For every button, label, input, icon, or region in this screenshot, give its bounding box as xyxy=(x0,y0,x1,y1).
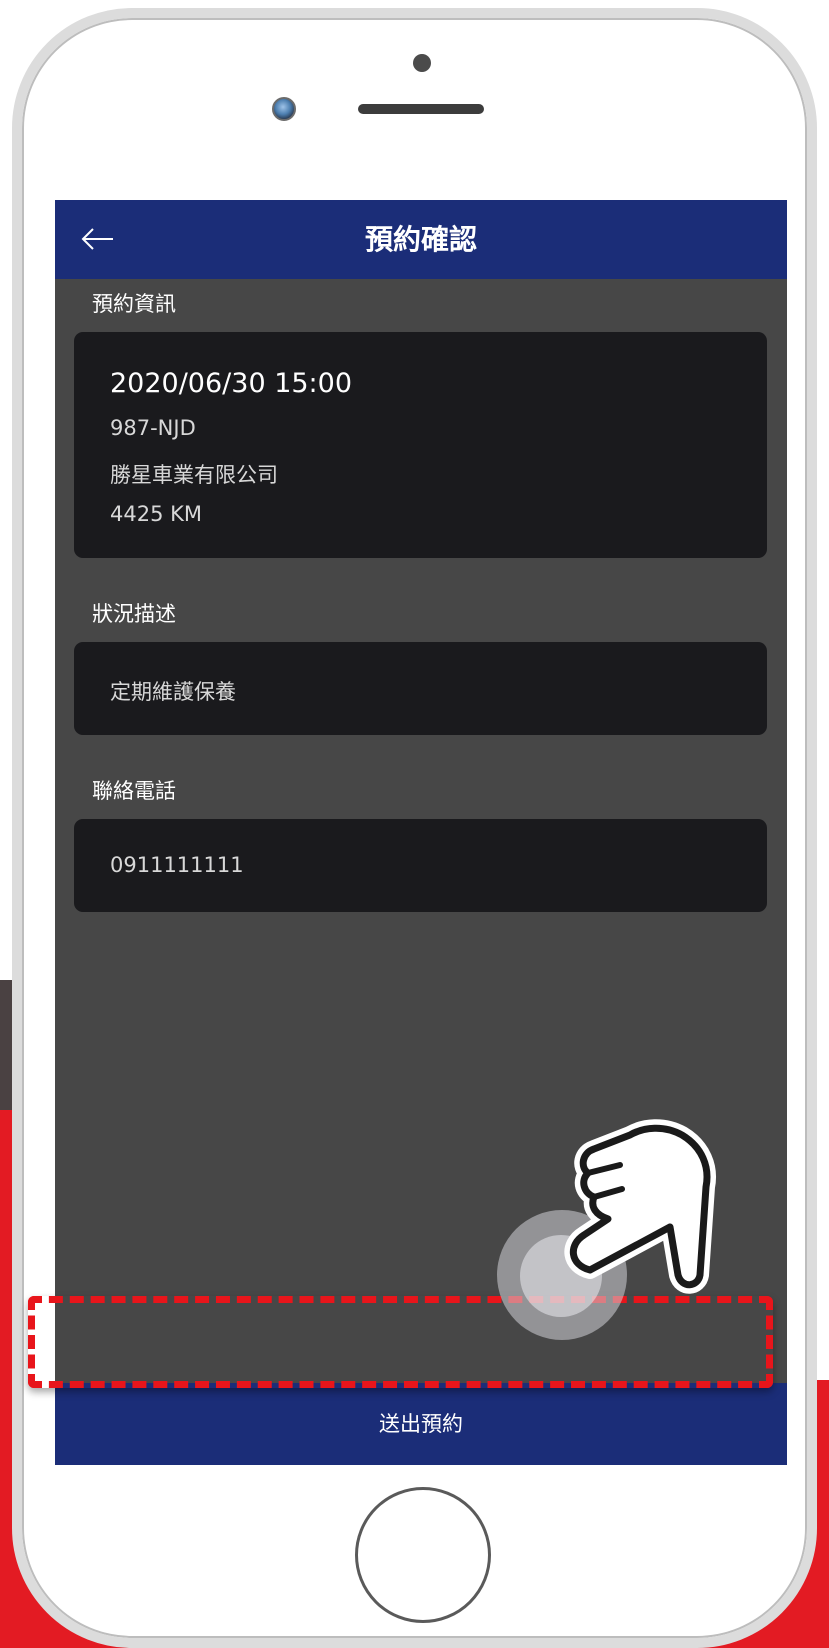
home-button[interactable] xyxy=(355,1487,491,1623)
earpiece-speaker xyxy=(358,104,484,114)
contact-label: 聯絡電話 xyxy=(92,779,176,803)
booking-info-label: 預約資訊 xyxy=(92,292,176,316)
contact-phone-value: 0911111111 xyxy=(110,853,244,877)
booking-datetime: 2020/06/30 15:00 xyxy=(110,368,353,399)
description-value: 定期維護保養 xyxy=(110,680,236,704)
app-bar: 預約確認 xyxy=(55,200,787,279)
booking-mileage: 4425 KM xyxy=(110,502,203,526)
front-camera xyxy=(272,97,296,121)
tap-highlight-frame xyxy=(28,1296,773,1388)
booking-company: 勝星車業有限公司 xyxy=(110,463,278,487)
booking-plate: 987-NJD xyxy=(110,416,196,440)
arrow-left-icon[interactable] xyxy=(73,214,123,264)
description-card: 定期維護保養 xyxy=(74,642,767,735)
pointing-hand-icon xyxy=(564,1119,716,1294)
contact-card: 0911111111 xyxy=(74,819,767,912)
sensor-dot xyxy=(413,54,431,72)
booking-info-card: 2020/06/30 15:00 987-NJD 勝星車業有限公司 4425 K… xyxy=(74,332,767,558)
page-title: 預約確認 xyxy=(364,223,477,256)
description-label: 狀況描述 xyxy=(92,602,176,626)
back-arrow-glyph xyxy=(81,228,113,250)
submit-booking-button[interactable]: 送出預約 xyxy=(55,1383,787,1465)
